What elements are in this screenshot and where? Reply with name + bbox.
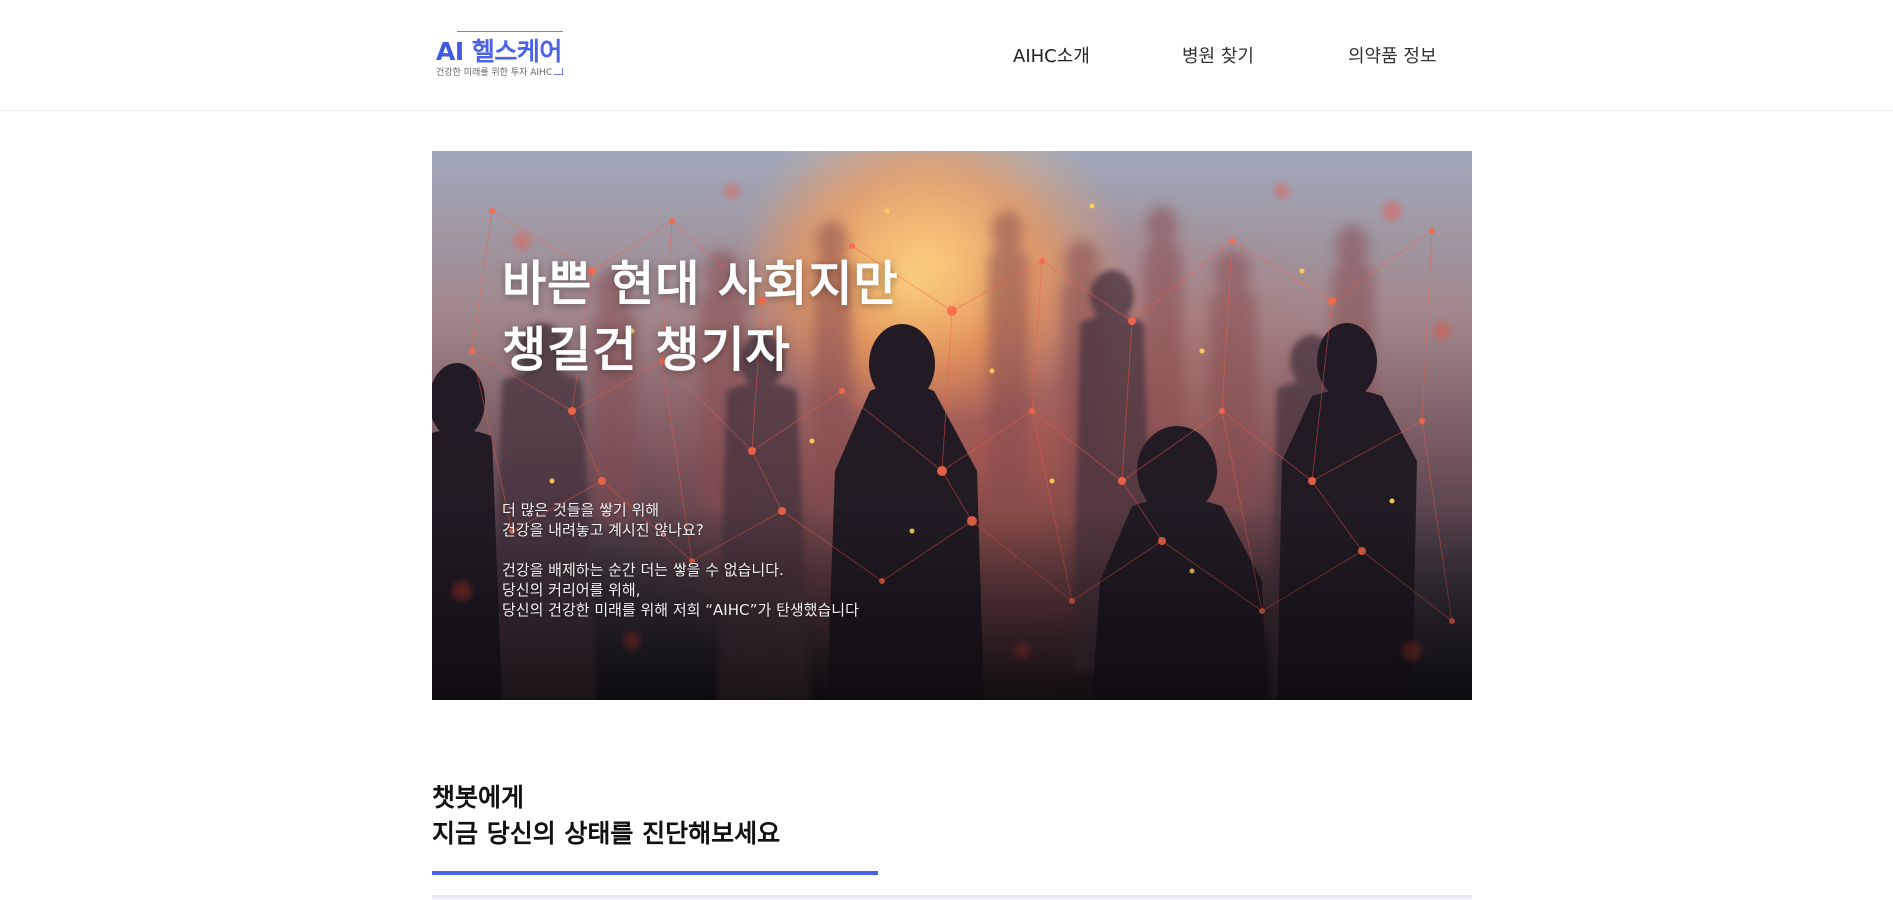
chatbot-panel <box>432 895 1472 900</box>
hero-text-line: 당신의 커리어를 위해, <box>502 581 641 599</box>
hero-text-line: 더 많은 것들을 쌓기 위해 <box>502 501 660 519</box>
hero-text-line: 당신의 건강한 미래를 위해 저희 “AIHC”가 탄생했습니다 <box>502 601 859 619</box>
nav-item-drug-info[interactable]: 의약품 정보 <box>1348 42 1437 68</box>
hero-text-line: 건강을 배제하는 순간 더는 쌓을 수 없습니다. <box>502 561 784 579</box>
nav-item-find-hospital[interactable]: 병원 찾기 <box>1182 42 1254 68</box>
hero-title: 바쁜 현대 사회지만 챙길건 챙기자 <box>502 251 899 383</box>
chatbot-section-title: 챗봇에게 지금 당신의 상태를 진단해보세요 <box>432 780 780 852</box>
hero-description: 더 많은 것들을 쌓기 위해 건강을 내려놓고 계시진 않나요? 건강을 배제하… <box>502 500 859 620</box>
hero-text-spacer <box>502 540 859 560</box>
main-nav: AIHC소개 병원 찾기 의약품 정보 <box>0 40 1893 70</box>
hero-banner: 바쁜 현대 사회지만 챙길건 챙기자 더 많은 것들을 쌓기 위해 건강을 내려… <box>432 151 1472 700</box>
hero-text-line: 건강을 내려놓고 계시진 않나요? <box>502 521 704 539</box>
site-header: AI 헬스케어 건강한 미래를 위한 투자 AIHC AIHC소개 병원 찾기 … <box>0 0 1893 111</box>
hero-title-line-2: 챙길건 챙기자 <box>502 322 791 378</box>
hero-title-line-1: 바쁜 현대 사회지만 <box>502 256 899 312</box>
chatbot-title-line-1: 챗봇에게 <box>432 783 525 812</box>
chatbot-title-line-2: 지금 당신의 상태를 진단해보세요 <box>432 819 781 848</box>
chatbot-title-underline <box>432 871 878 875</box>
nav-item-aihc-intro[interactable]: AIHC소개 <box>1013 42 1090 68</box>
